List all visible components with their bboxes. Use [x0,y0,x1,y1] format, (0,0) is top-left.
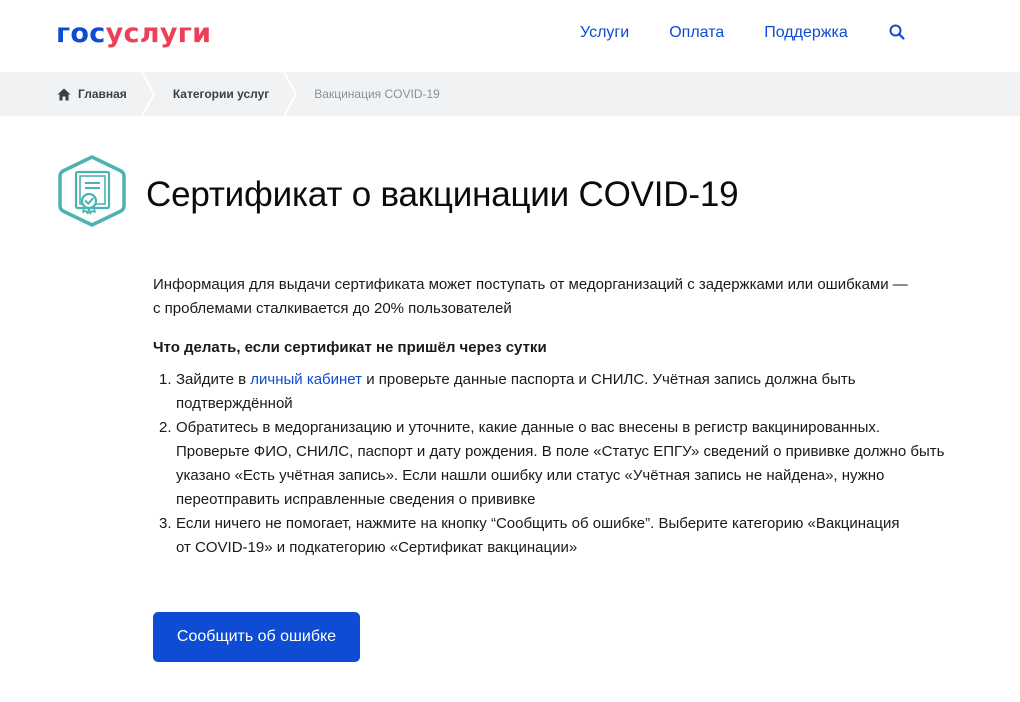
step-text: указано «Есть учётная запись». Если нашл… [176,467,885,484]
breadcrumb-item-category[interactable]: Категории услуг [155,72,298,116]
gosuslugi-logo[interactable]: госуслуги [56,18,211,50]
step-text: Зайдите в [176,371,251,388]
nav-uslugi[interactable]: Услуги [580,23,629,43]
nav-podderzhka[interactable]: Поддержка [764,23,847,43]
header: госуслуги Услуги Оплата Поддержка [0,0,1020,72]
step-text: Обратитесь в медорганизацию и уточните, … [176,419,881,436]
nav-oplata[interactable]: Оплата [669,23,724,43]
breadcrumb-label-category: Категории услуг [172,87,270,101]
step-text: Если ничего не помогает, нажмите на кноп… [176,515,900,532]
search-icon[interactable] [888,23,906,41]
breadcrumb-item-current: Вакцинация COVID-19 [297,72,440,116]
intro-line: с проблемами сталкивается до 20% пользов… [153,300,512,317]
logo-part-gos: гос [56,18,106,49]
list-item: 2. Обратитесь в медорганизацию и уточнит… [153,416,1003,512]
certificate-icon [55,154,129,228]
step-text: подтверждённой [176,395,293,412]
main-nav: Услуги Оплата Поддержка [580,23,906,43]
breadcrumb-separator-icon [140,72,155,116]
breadcrumb: Главная Категории услуг Вакцинация COVID… [0,72,1020,116]
personal-account-link[interactable]: личный кабинет [250,371,362,388]
logo-part-uslugi: услуги [105,18,212,49]
breadcrumb-separator-icon [283,72,298,116]
intro-paragraph: Информация для выдачи сертификата может … [153,273,1003,321]
list-item: 3. Если ничего не помогает, нажмите на к… [153,512,1003,560]
list-item-number: 2. [159,419,172,436]
breadcrumb-label-home: Главная [78,87,127,101]
breadcrumb-label-current: Вакцинация COVID-19 [314,87,440,101]
home-icon [57,88,71,101]
breadcrumb-item-home[interactable]: Главная [0,72,155,116]
list-item: 1. Зайдите в личный кабинет и проверьте … [153,368,1003,416]
page-title: Сертификат о вакцинации COVID-19 [146,175,739,214]
intro-line: Информация для выдачи сертификата может … [153,276,908,293]
list-item-number: 1. [159,371,172,388]
report-error-button[interactable]: Сообщить об ошибке [153,612,360,662]
article-content: Информация для выдачи сертификата может … [153,273,1003,560]
step-text: и проверьте данные паспорта и СНИЛС. Учё… [362,371,856,388]
list-item-number: 3. [159,515,172,532]
steps-list: 1. Зайдите в личный кабинет и проверьте … [153,368,1003,560]
step-text: переотправить исправленные сведения о пр… [176,491,536,508]
section-subheading: Что делать, если сертификат не пришёл че… [153,339,547,356]
step-text: Проверьте ФИО, СНИЛС, паспорт и дату рож… [176,443,945,460]
step-text: от COVID-19» и подкатегорию «Сертификат … [176,539,578,556]
